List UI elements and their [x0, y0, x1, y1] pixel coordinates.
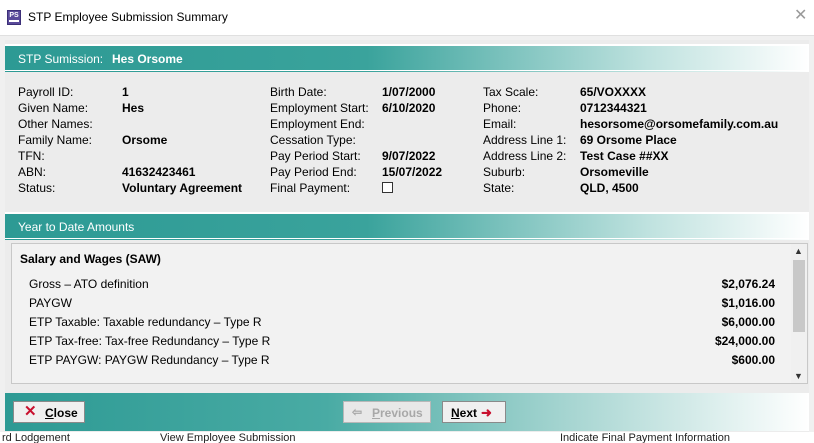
ytd-row-label: ETP Taxable: Taxable redundancy – Type R — [29, 315, 262, 329]
employment-start-value: 6/10/2020 — [382, 101, 436, 115]
tax-scale-label: Tax Scale: — [483, 85, 539, 99]
status-label: Status: — [18, 181, 56, 195]
address-line1-label: Address Line 1: — [483, 133, 567, 147]
birth-date-label: Birth Date: — [270, 85, 327, 99]
phone-label: Phone: — [483, 101, 522, 115]
band-divider — [5, 70, 809, 71]
suburb-value: Orsomeville — [580, 165, 649, 179]
status-value: Voluntary Agreement — [122, 181, 243, 195]
arrow-left-icon: ⇦ — [352, 405, 363, 419]
employee-name: Hes Orsome — [112, 52, 183, 66]
app-icon: PS — [7, 10, 21, 25]
email-label: Email: — [483, 117, 517, 131]
email-value: hesorsome@orsomefamily.com.au — [580, 117, 779, 131]
abn-value: 41632423461 — [122, 165, 196, 179]
employment-start-label: Employment Start: — [270, 101, 369, 115]
abn-label: ABN: — [18, 165, 47, 179]
ytd-scrollbar[interactable]: ▲ ▼ — [791, 244, 807, 383]
ytd-row-value: $1,016.00 — [721, 296, 775, 310]
cessation-type-label: Cessation Type: — [270, 133, 356, 147]
given-name-label: Given Name: — [18, 101, 89, 115]
dialog-footer: ✕ Close ⇦ Previous Next ➜ — [5, 393, 809, 431]
title-bar: PS STP Employee Submission Summary ✕ — [0, 0, 814, 36]
payroll-id-label: Payroll ID: — [18, 85, 74, 99]
ytd-section-title: Salary and Wages (SAW) — [20, 252, 161, 266]
close-button[interactable]: ✕ Close — [13, 401, 85, 423]
background-text: View Employee Submission — [160, 432, 296, 443]
employment-end-label: Employment End: — [270, 117, 365, 131]
app-icon-text: PS — [9, 12, 19, 19]
final-payment-label: Final Payment: — [270, 181, 351, 195]
other-names-label: Other Names: — [18, 117, 93, 131]
ytd-row-value: $600.00 — [731, 353, 775, 367]
ytd-title: Year to Date Amounts — [18, 220, 135, 234]
tax-scale-value: 65/VOXXXX — [580, 85, 647, 99]
ytd-panel[interactable]: Salary and Wages (SAW) Gross – ATO defin… — [11, 243, 808, 384]
ytd-row-value: $24,000.00 — [714, 334, 775, 348]
phone-value: 0712344321 — [580, 101, 647, 115]
ytd-row-label: ETP PAYGW: PAYGW Redundancy – Type R — [29, 353, 270, 367]
suburb-label: Suburb: — [483, 165, 526, 179]
pay-period-start-value: 9/07/2022 — [382, 149, 436, 163]
pay-period-end-value: 15/07/2022 — [382, 165, 443, 179]
ytd-row-label: ETP Tax-free: Tax-free Redundancy – Type… — [29, 334, 271, 348]
ytd-row-label: PAYGW — [29, 296, 72, 310]
state-label: State: — [483, 181, 515, 195]
final-payment-checkbox[interactable] — [382, 182, 393, 193]
x-icon: ✕ — [24, 403, 37, 420]
scroll-thumb[interactable] — [793, 260, 805, 332]
address-line2-label: Address Line 2: — [483, 149, 567, 163]
submission-label: STP Sumission: — [18, 52, 104, 66]
background-window: rd Lodgement View Employee Submission In… — [0, 432, 814, 443]
arrow-right-icon: ➜ — [481, 405, 492, 420]
ytd-row-label: Gross – ATO definition — [29, 277, 149, 291]
ytd-row-value: $6,000.00 — [721, 315, 775, 329]
window-title: STP Employee Submission Summary — [28, 10, 228, 24]
background-text: Indicate Final Payment Information — [560, 432, 730, 443]
band-divider — [5, 238, 809, 239]
window-close-icon[interactable]: ✕ — [794, 8, 807, 24]
birth-date-value: 1/07/2000 — [382, 85, 436, 99]
given-name-value: Hes — [122, 101, 145, 115]
ytd-row-value: $2,076.24 — [721, 277, 775, 291]
submission-header-band: STP Sumission: Hes Orsome — [5, 44, 809, 72]
address-line1-value: 69 Orsome Place — [580, 133, 677, 147]
scroll-up-icon[interactable]: ▲ — [794, 246, 803, 256]
ytd-header-band: Year to Date Amounts — [5, 212, 809, 240]
family-name-label: Family Name: — [18, 133, 93, 147]
pay-period-start-label: Pay Period Start: — [270, 149, 361, 163]
state-value: QLD, 4500 — [580, 181, 639, 195]
payroll-id-value: 1 — [122, 85, 129, 99]
next-button[interactable]: Next ➜ — [442, 401, 506, 423]
background-text: rd Lodgement — [2, 432, 70, 443]
scroll-down-icon[interactable]: ▼ — [794, 371, 803, 381]
previous-button-label: Previous — [372, 406, 423, 420]
family-name-value: Orsome — [122, 133, 168, 147]
app-icon-bar — [9, 20, 19, 22]
tfn-label: TFN: — [18, 149, 45, 163]
close-button-label: Close — [45, 406, 78, 420]
next-button-label: Next — [451, 406, 478, 420]
address-line2-value: Test Case ##XX — [580, 149, 669, 163]
pay-period-end-label: Pay Period End: — [270, 165, 357, 179]
previous-button[interactable]: ⇦ Previous — [343, 401, 431, 423]
